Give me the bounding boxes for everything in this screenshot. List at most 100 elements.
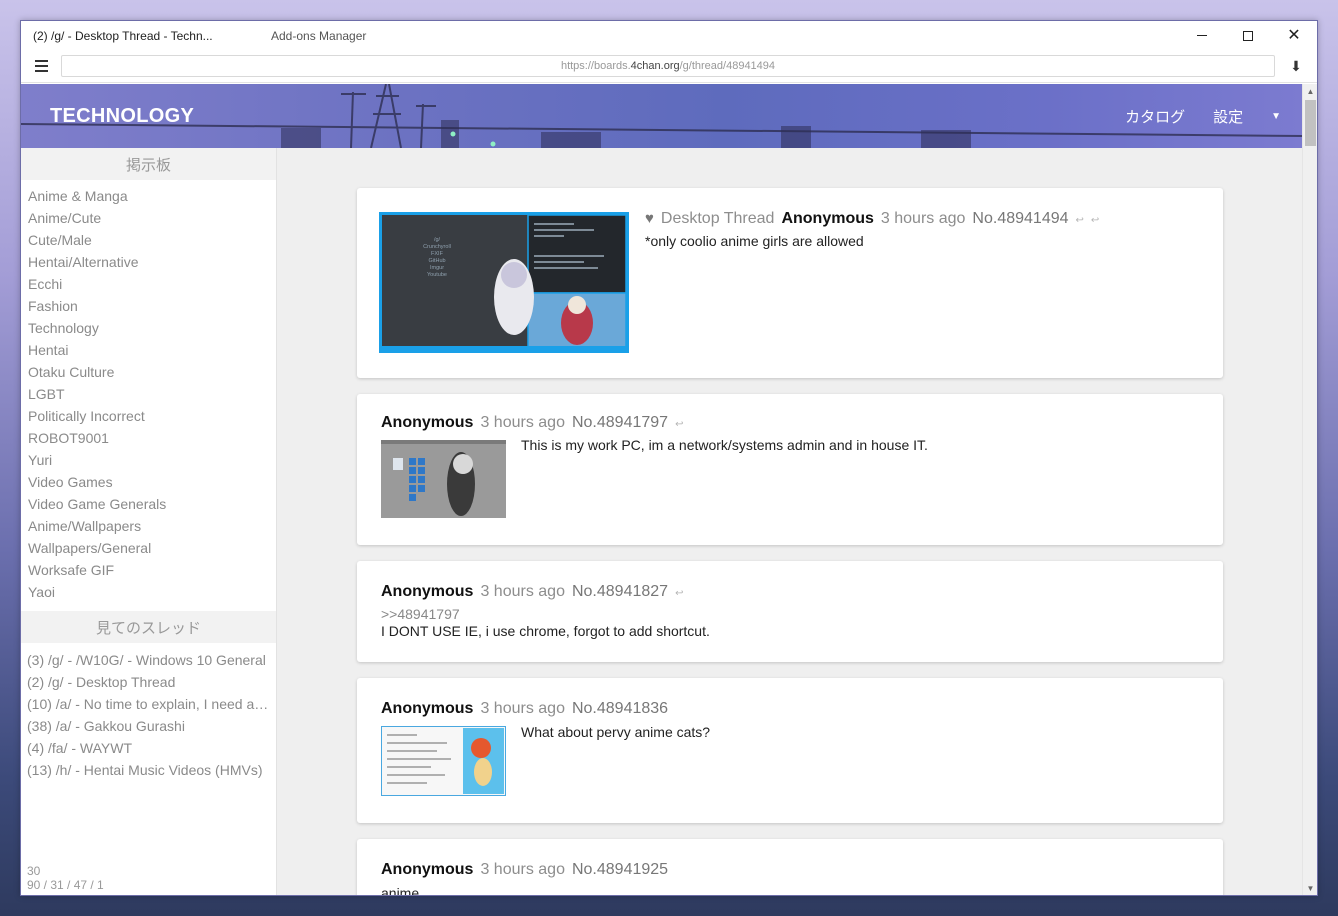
sidebar-item-board[interactable]: Ecchi [21, 273, 276, 295]
maximize-icon [1243, 30, 1253, 41]
post-number[interactable]: No.48941827 [572, 583, 668, 601]
sidebar-item-board[interactable]: Anime & Manga [21, 185, 276, 207]
post-thumbnail[interactable] [381, 440, 506, 518]
watched-threads-heading: 見てのスレッド [21, 611, 276, 643]
watched-thread-list: (3) /g/ - /W10G/ - Windows 10 General (2… [21, 643, 276, 781]
post-thumbnail[interactable] [381, 726, 506, 796]
reply-post: Anonymous 3 hours ago No.48941836 What a… [357, 678, 1223, 823]
post-body: What about pervy anime cats? [521, 724, 711, 740]
post-author: Anonymous [381, 861, 474, 878]
sidebar-item-board[interactable]: Politically Incorrect [21, 405, 276, 427]
scroll-up-icon[interactable]: ▲ [1303, 84, 1317, 99]
page-scrollbar[interactable]: ▲ ▼ [1302, 84, 1317, 895]
sidebar-item-board[interactable]: Yuri [21, 449, 276, 471]
post-meta: Anonymous 3 hours ago No.48941925 [381, 861, 668, 879]
sidebar-item-board[interactable]: Cute/Male [21, 229, 276, 251]
post-time: 3 hours ago [480, 861, 565, 878]
sidebar-item-board[interactable]: Worksafe GIF [21, 559, 276, 581]
sidebar-item-board[interactable]: Fashion [21, 295, 276, 317]
url-input[interactable]: https://boards. 4chan.org/g/thread/489414… [61, 55, 1275, 77]
thumb-text-line: /g/ [434, 237, 441, 243]
sidebar-item-board[interactable]: Anime/Wallpapers [21, 515, 276, 537]
post-subject: Desktop Thread [660, 210, 775, 227]
reply-icon[interactable]: ↩ [1091, 215, 1099, 226]
sidebar-item-board[interactable]: Yaoi [21, 581, 276, 603]
reply-post: Anonymous 3 hours ago No.48941925 anime [357, 839, 1223, 896]
thumb-text-line: GitHub [428, 258, 445, 264]
desktop-screenshot-image [381, 440, 506, 518]
thumb-text-line: FXIF [431, 251, 444, 257]
stats-line-1: 30 [27, 864, 41, 878]
minimize-icon [1197, 35, 1207, 36]
banner-background-art [21, 84, 1303, 148]
header-nav: カタログ 設定 ▼ [1125, 84, 1281, 148]
reply-icon[interactable]: ↩ [675, 588, 683, 599]
post-author: Anonymous [781, 210, 874, 227]
post-time: 3 hours ago [480, 414, 565, 431]
catalog-link[interactable]: カタログ [1125, 106, 1185, 127]
post-thumbnail[interactable]: /g/ Crunchyroll FXIF GitHub Imgur Youtub… [379, 212, 629, 353]
download-icon[interactable]: ⬇ [1275, 58, 1317, 75]
sidebar-item-board[interactable]: Hentai [21, 339, 276, 361]
title-bar: (2) /g/ - Desktop Thread - Techn... Add-… [21, 21, 1317, 50]
watched-thread-item[interactable]: (38) /a/ - Gakkou Gurashi [21, 715, 271, 737]
reply-icon[interactable]: ↩ [1076, 215, 1084, 226]
post-number[interactable]: No.48941797 [572, 414, 668, 432]
watched-thread-item[interactable]: (4) /fa/ - WAYWT [21, 737, 271, 759]
post-meta: Anonymous 3 hours ago No.48941797 ↩ [381, 414, 683, 432]
stats-line-2: 90 / 31 / 47 / 1 [27, 878, 104, 892]
watched-thread-item[interactable]: (3) /g/ - /W10G/ - Windows 10 General [21, 649, 271, 671]
post-body: anime [381, 885, 420, 896]
post-quote-link[interactable]: >>48941797 [381, 606, 460, 622]
hamburger-menu-icon[interactable] [21, 60, 61, 72]
url-path: /g/thread/48941494 [679, 60, 776, 72]
sidebar-item-board[interactable]: Otaku Culture [21, 361, 276, 383]
url-domain: 4chan.org [630, 60, 680, 72]
close-button[interactable]: ✕ [1271, 21, 1317, 50]
reply-post: Anonymous 3 hours ago No.48941797 ↩ This… [357, 394, 1223, 545]
post-time: 3 hours ago [480, 583, 565, 600]
post-number[interactable]: No.48941925 [572, 861, 668, 879]
sidebar: 掲示板 Anime & Manga Anime/Cute Cute/Male H… [21, 148, 277, 895]
tab-active[interactable]: (2) /g/ - Desktop Thread - Techn... [21, 29, 261, 43]
thumb-text-line: Youtube [427, 272, 447, 278]
post-body: This is my work PC, im a network/systems… [521, 437, 928, 453]
thumb-text-line: Crunchyroll [423, 244, 451, 250]
browser-screenshot-image [381, 726, 506, 796]
sidebar-item-board[interactable]: ROBOT9001 [21, 427, 276, 449]
post-author: Anonymous [381, 414, 474, 431]
heart-icon[interactable]: ♥ [645, 210, 654, 227]
sidebar-item-board[interactable]: LGBT [21, 383, 276, 405]
close-icon: ✕ [1287, 26, 1301, 44]
browser-window: (2) /g/ - Desktop Thread - Techn... Add-… [20, 20, 1318, 896]
watched-thread-item[interactable]: (10) /a/ - No time to explain, I need al… [21, 693, 271, 715]
scroll-down-icon[interactable]: ▼ [1303, 881, 1317, 895]
post-number[interactable]: No.48941494 [972, 210, 1068, 228]
watched-thread-item[interactable]: (13) /h/ - Hentai Music Videos (HMVs) [21, 759, 271, 781]
window-controls: ✕ [1179, 21, 1317, 50]
watched-thread-item[interactable]: (2) /g/ - Desktop Thread [21, 671, 271, 693]
sidebar-stats: 30 90 / 31 / 47 / 1 [27, 864, 104, 892]
sidebar-item-board[interactable]: Hentai/Alternative [21, 251, 276, 273]
tab-addons-manager[interactable]: Add-ons Manager [261, 29, 378, 43]
sidebar-item-board[interactable]: Video Game Generals [21, 493, 276, 515]
sidebar-item-board[interactable]: Video Games [21, 471, 276, 493]
sidebar-item-board[interactable]: Wallpapers/General [21, 537, 276, 559]
reply-icon[interactable]: ↩ [675, 419, 683, 430]
settings-link[interactable]: 設定 [1213, 106, 1243, 127]
address-bar: https://boards. 4chan.org/g/thread/489414… [21, 50, 1317, 83]
minimize-button[interactable] [1179, 21, 1225, 50]
sidebar-item-board[interactable]: Technology [21, 317, 276, 339]
post-time: 3 hours ago [880, 210, 966, 227]
post-meta: Anonymous 3 hours ago No.48941827 ↩ [381, 583, 683, 601]
desktop-screenshot-image: /g/ Crunchyroll FXIF GitHub Imgur Youtub… [382, 215, 626, 350]
post-author: Anonymous [381, 583, 474, 600]
post-number[interactable]: No.48941836 [572, 700, 668, 718]
dropdown-caret-icon[interactable]: ▼ [1271, 111, 1281, 122]
op-post: /g/ Crunchyroll FXIF GitHub Imgur Youtub… [357, 188, 1223, 378]
scroll-thumb[interactable] [1305, 100, 1316, 146]
maximize-button[interactable] [1225, 21, 1271, 50]
board-list: Anime & Manga Anime/Cute Cute/Male Henta… [21, 180, 276, 603]
sidebar-item-board[interactable]: Anime/Cute [21, 207, 276, 229]
post-time: 3 hours ago [480, 700, 565, 717]
